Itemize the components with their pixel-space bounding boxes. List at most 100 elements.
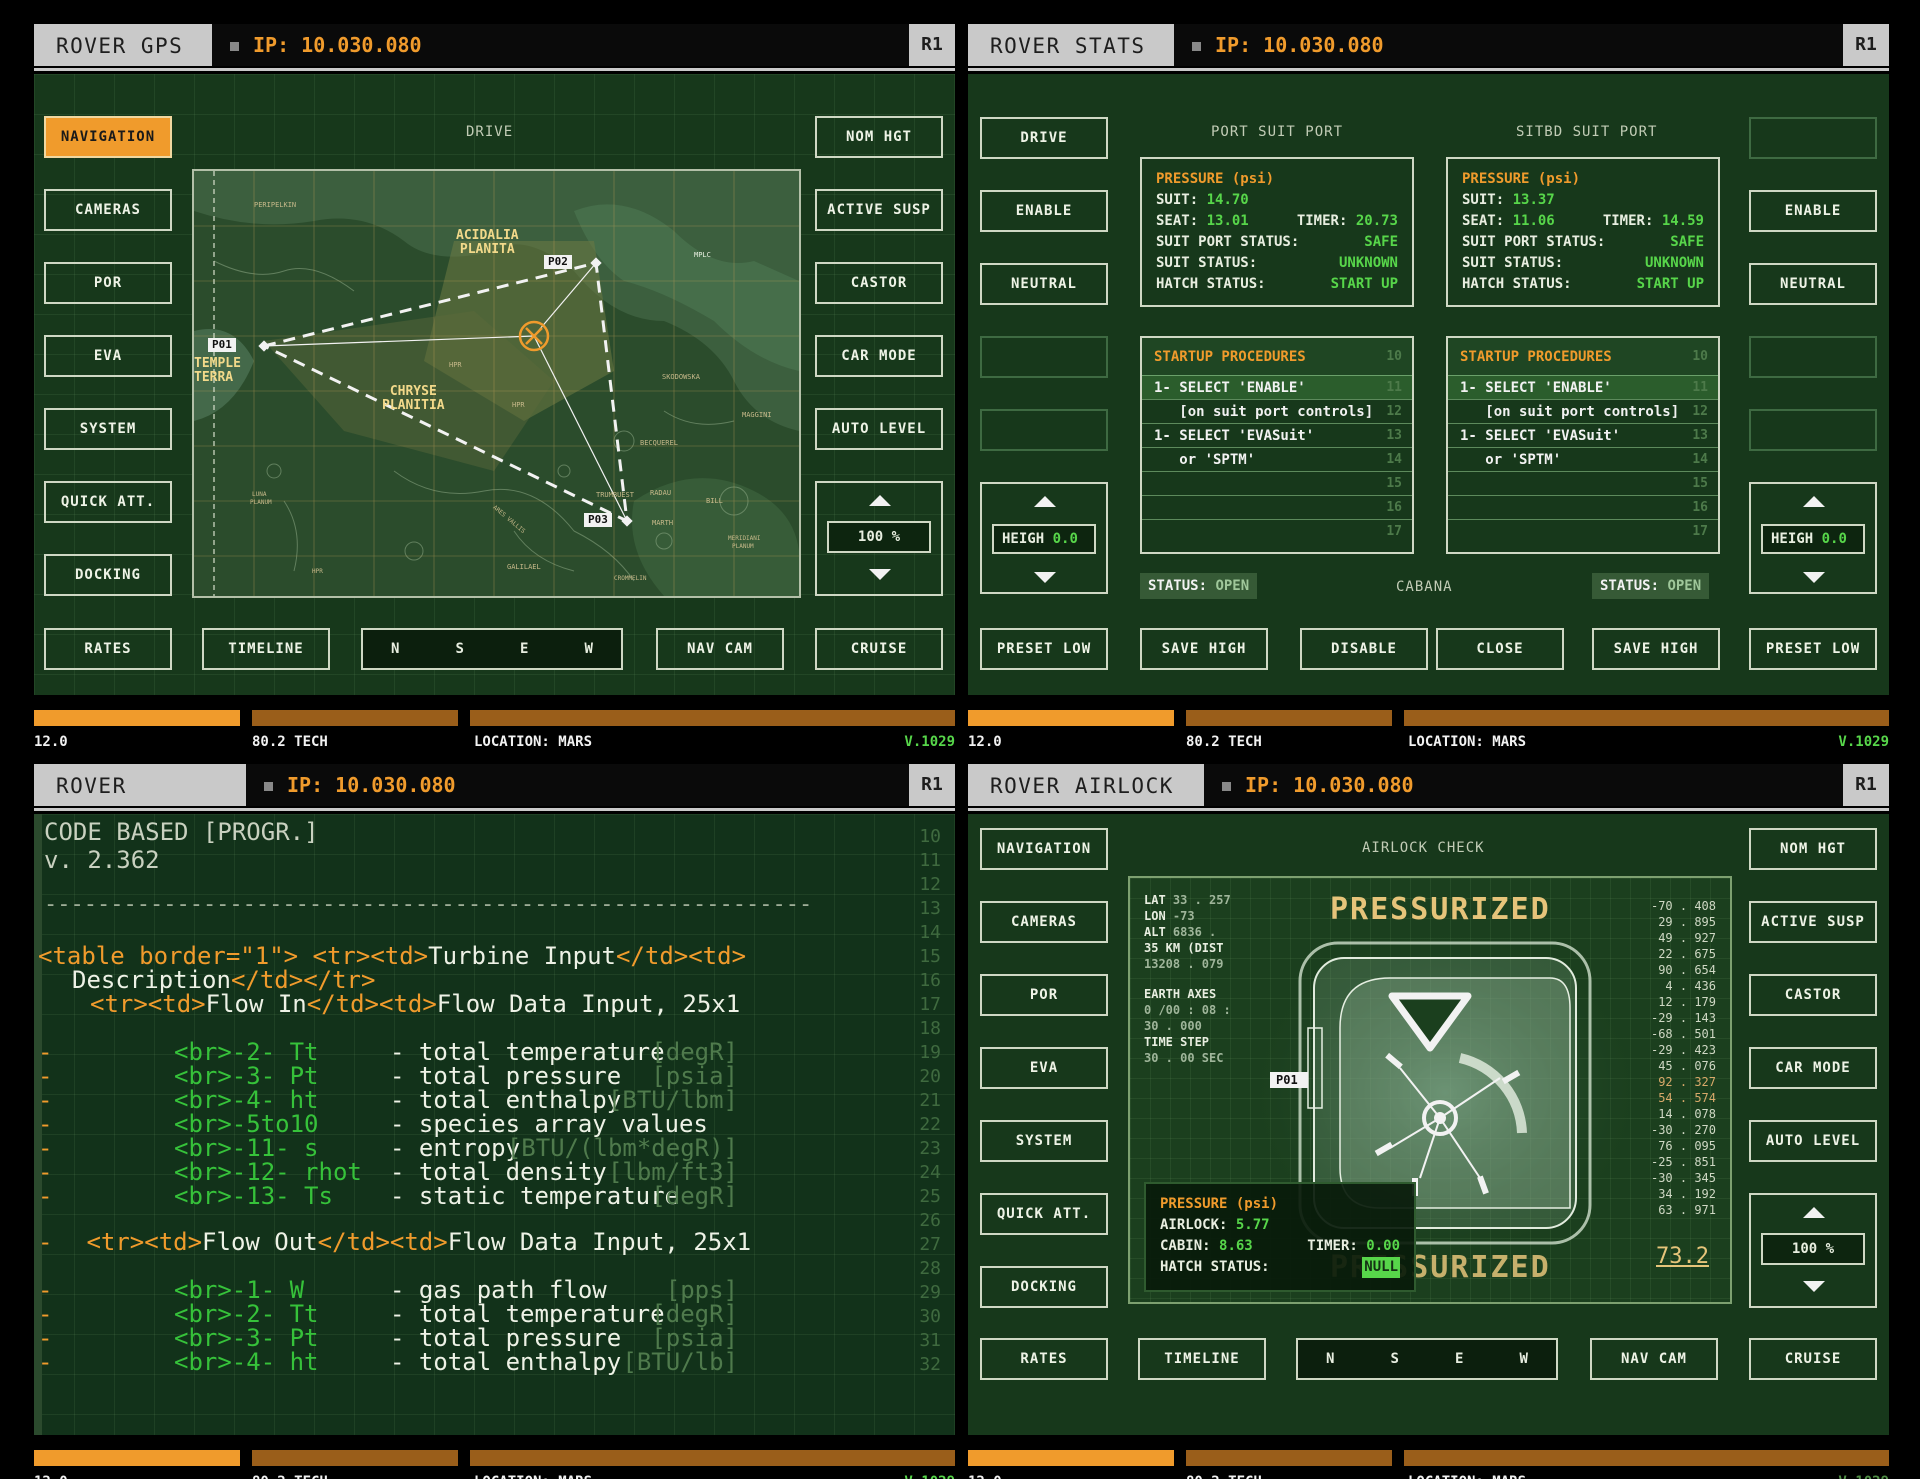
startup-procedures-sitbd: STARTUP PROCEDURES 10 1- SELECT 'ENABLE' 1… bbox=[1446, 336, 1720, 554]
empty-slot-button[interactable] bbox=[1749, 409, 1877, 451]
auto-level-button[interactable]: AUTO LEVEL bbox=[815, 408, 943, 450]
waypoint-tag-p02[interactable]: P02 bbox=[544, 255, 572, 269]
cruise-button[interactable]: CRUISE bbox=[815, 628, 943, 670]
compass-w[interactable]: W bbox=[1520, 1351, 1528, 1367]
castor-button[interactable]: CASTOR bbox=[1749, 974, 1877, 1016]
save-high-button-right[interactable]: SAVE HIGH bbox=[1592, 628, 1720, 670]
code-editor[interactable]: CODE BASED [PROGR.] v. 2.362 -----------… bbox=[34, 814, 955, 1435]
timeline-button[interactable]: TIMELINE bbox=[1138, 1338, 1266, 1380]
telemetry-value: 29 . 895 bbox=[1658, 915, 1716, 929]
compass-n[interactable]: N bbox=[1326, 1351, 1334, 1367]
enable-button-right[interactable]: ENABLE bbox=[1749, 190, 1877, 232]
procedure-step[interactable]: [on suit port controls] 12 bbox=[1448, 400, 1718, 424]
procedure-step[interactable]: 16 bbox=[1142, 496, 1412, 520]
panel-tab-title[interactable]: ROVER AIRLOCK bbox=[968, 764, 1204, 806]
nav-cam-button[interactable]: NAV CAM bbox=[1590, 1338, 1718, 1380]
pressure-box-port: PRESSURE (psi) SUIT: 14.70 SEAT: 13.01 TI… bbox=[1140, 157, 1414, 307]
status-label: STATUS: bbox=[1600, 578, 1660, 594]
compass-s[interactable]: S bbox=[456, 641, 464, 657]
nav-button-system[interactable]: SYSTEM bbox=[44, 408, 172, 450]
close-button[interactable]: CLOSE bbox=[1436, 628, 1564, 670]
nav-button-por[interactable]: POR bbox=[44, 262, 172, 304]
procedure-step[interactable]: 1- SELECT 'EVASuit' 13 bbox=[1142, 424, 1412, 448]
nav-button-system[interactable]: SYSTEM bbox=[980, 1120, 1108, 1162]
heigh-up-icon[interactable] bbox=[1034, 496, 1056, 507]
waypoint-tag-p03[interactable]: P03 bbox=[584, 513, 612, 527]
level-up-icon[interactable] bbox=[1803, 1207, 1825, 1218]
neutral-button-right[interactable]: NEUTRAL bbox=[1749, 263, 1877, 305]
neutral-button-left[interactable]: NEUTRAL bbox=[980, 263, 1108, 305]
panel-tab-title[interactable]: ROVER CODING bbox=[34, 764, 246, 842]
waypoint-tag-p01[interactable]: P01 bbox=[208, 338, 236, 352]
nav-button-por[interactable]: POR bbox=[980, 974, 1108, 1016]
compass-e[interactable]: E bbox=[1455, 1351, 1463, 1367]
nav-button-eva[interactable]: EVA bbox=[44, 335, 172, 377]
castor-button[interactable]: CASTOR bbox=[815, 262, 943, 304]
heigh-down-icon[interactable] bbox=[1034, 572, 1056, 583]
code-dash: - bbox=[38, 1228, 53, 1256]
procedure-step[interactable]: 15 bbox=[1142, 472, 1412, 496]
empty-slot-button[interactable] bbox=[980, 336, 1108, 378]
compass-w[interactable]: W bbox=[585, 641, 593, 657]
procedure-step[interactable]: 1- SELECT 'ENABLE' 11 bbox=[1448, 376, 1718, 400]
empty-slot-button[interactable] bbox=[1749, 336, 1877, 378]
empty-slot-button[interactable] bbox=[980, 409, 1108, 451]
procedure-step[interactable]: [on suit port controls] 12 bbox=[1142, 400, 1412, 424]
procedure-step[interactable]: 15 bbox=[1448, 472, 1718, 496]
enable-button-left[interactable]: ENABLE bbox=[980, 190, 1108, 232]
disable-button[interactable]: DISABLE bbox=[1300, 628, 1428, 670]
active-susp-button[interactable]: ACTIVE SUSP bbox=[1749, 901, 1877, 943]
timer-label: TIMER: bbox=[1307, 1238, 1358, 1254]
panel-tab-title[interactable]: ROVER STATS bbox=[968, 24, 1174, 66]
nav-button-cameras[interactable]: CAMERAS bbox=[980, 901, 1108, 943]
mars-map[interactable]: ACIDALIA PLANITA CHRYSE PLANITIA TEMPLE TER… bbox=[192, 169, 801, 598]
procedure-step[interactable]: 1- SELECT 'EVASuit' 13 bbox=[1448, 424, 1718, 448]
compass-selector[interactable]: N S E W bbox=[361, 628, 623, 670]
active-susp-button[interactable]: ACTIVE SUSP bbox=[815, 189, 943, 231]
car-mode-button[interactable]: CAR MODE bbox=[1749, 1047, 1877, 1089]
auto-level-button[interactable]: AUTO LEVEL bbox=[1749, 1120, 1877, 1162]
nav-button-docking[interactable]: DOCKING bbox=[980, 1266, 1108, 1308]
save-high-button-left[interactable]: SAVE HIGH bbox=[1140, 628, 1268, 670]
nav-button-quick-att[interactable]: QUICK ATT. bbox=[44, 481, 172, 523]
procedure-step[interactable]: 17 bbox=[1448, 520, 1718, 544]
compass-n[interactable]: N bbox=[391, 641, 399, 657]
nom-hgt-button[interactable]: NOM HGT bbox=[815, 116, 943, 158]
procedure-step[interactable]: 16 bbox=[1448, 496, 1718, 520]
rates-button[interactable]: RATES bbox=[44, 628, 172, 670]
panel-tab-title[interactable]: ROVER GPS bbox=[34, 24, 212, 66]
nav-button-navigation[interactable]: NAVIGATION bbox=[44, 116, 172, 158]
heigh-up-icon[interactable] bbox=[1803, 496, 1825, 507]
preset-low-button-right[interactable]: PRESET LOW bbox=[1749, 628, 1877, 670]
preset-low-button-left[interactable]: PRESET LOW bbox=[980, 628, 1108, 670]
nav-button-cameras[interactable]: CAMERAS bbox=[44, 189, 172, 231]
timeline-button[interactable]: TIMELINE bbox=[202, 628, 330, 670]
nav-button-navigation[interactable]: NAVIGATION bbox=[980, 828, 1108, 870]
empty-slot-button[interactable] bbox=[1749, 117, 1877, 159]
nav-cam-button[interactable]: NAV CAM bbox=[656, 628, 784, 670]
nav-button-docking[interactable]: DOCKING bbox=[44, 554, 172, 596]
waypoint-tag-p01[interactable]: P01 bbox=[1270, 1072, 1308, 1088]
cruise-button[interactable]: CRUISE bbox=[1749, 1338, 1877, 1380]
level-down-icon[interactable] bbox=[1803, 1281, 1825, 1292]
heigh-down-icon[interactable] bbox=[1803, 572, 1825, 583]
nav-button-eva[interactable]: EVA bbox=[980, 1047, 1108, 1089]
airlock-view[interactable]: LAT 33 . 257 LON -73 ALT 6836 . 35 KM (D… bbox=[1128, 876, 1732, 1304]
nav-button-quick-att[interactable]: QUICK ATT. bbox=[980, 1193, 1108, 1235]
level-down-icon[interactable] bbox=[869, 569, 891, 580]
procedure-step[interactable]: or 'SPTM' 14 bbox=[1142, 448, 1412, 472]
compass-selector[interactable]: N S E W bbox=[1296, 1338, 1558, 1380]
car-mode-button[interactable]: CAR MODE bbox=[815, 335, 943, 377]
procedure-step[interactable]: 17 bbox=[1142, 520, 1412, 544]
cabin-label: CABIN: bbox=[1160, 1238, 1211, 1254]
drive-button[interactable]: DRIVE bbox=[980, 117, 1108, 159]
level-up-icon[interactable] bbox=[869, 495, 891, 506]
nom-hgt-button[interactable]: NOM HGT bbox=[1749, 828, 1877, 870]
rates-button[interactable]: RATES bbox=[980, 1338, 1108, 1380]
map-small-label: MERIDIANI bbox=[728, 535, 761, 542]
compass-e[interactable]: E bbox=[520, 641, 528, 657]
procedure-step[interactable]: or 'SPTM' 14 bbox=[1448, 448, 1718, 472]
procedure-step[interactable]: 1- SELECT 'ENABLE' 11 bbox=[1142, 376, 1412, 400]
compass-s[interactable]: S bbox=[1391, 1351, 1399, 1367]
status-badge-sitbd: STATUS: OPEN bbox=[1592, 573, 1710, 599]
